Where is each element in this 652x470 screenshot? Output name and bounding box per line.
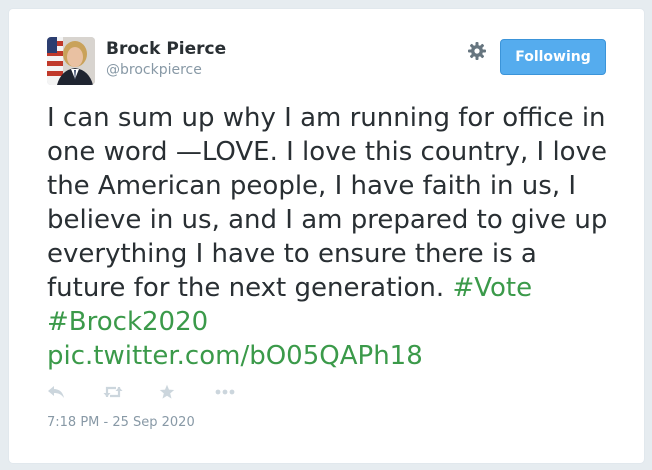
tweet-actions [47, 382, 271, 402]
user-name[interactable]: Brock Pierce [106, 39, 226, 59]
timestamp[interactable]: 7:18 PM - 25 Sep 2020 [47, 415, 195, 430]
gear-icon[interactable] [467, 41, 487, 61]
user-handle[interactable]: @brockpierce [106, 62, 202, 78]
favorite-icon[interactable] [159, 382, 215, 402]
tweet-card: Brock Pierce @brockpierce Following I ca… [8, 8, 645, 464]
hashtag-vote[interactable]: #Vote [452, 273, 532, 303]
more-icon[interactable] [215, 382, 271, 402]
avatar[interactable] [47, 37, 95, 85]
following-button[interactable]: Following [500, 39, 606, 75]
tweet-text: I can sum up why I am running for office… [47, 101, 617, 373]
hashtag-brock2020[interactable]: #Brock2020 [47, 307, 208, 337]
media-link[interactable]: pic.twitter.com/bO05QAPh18 [47, 341, 423, 371]
reply-icon[interactable] [47, 382, 103, 402]
retweet-icon[interactable] [103, 382, 159, 402]
